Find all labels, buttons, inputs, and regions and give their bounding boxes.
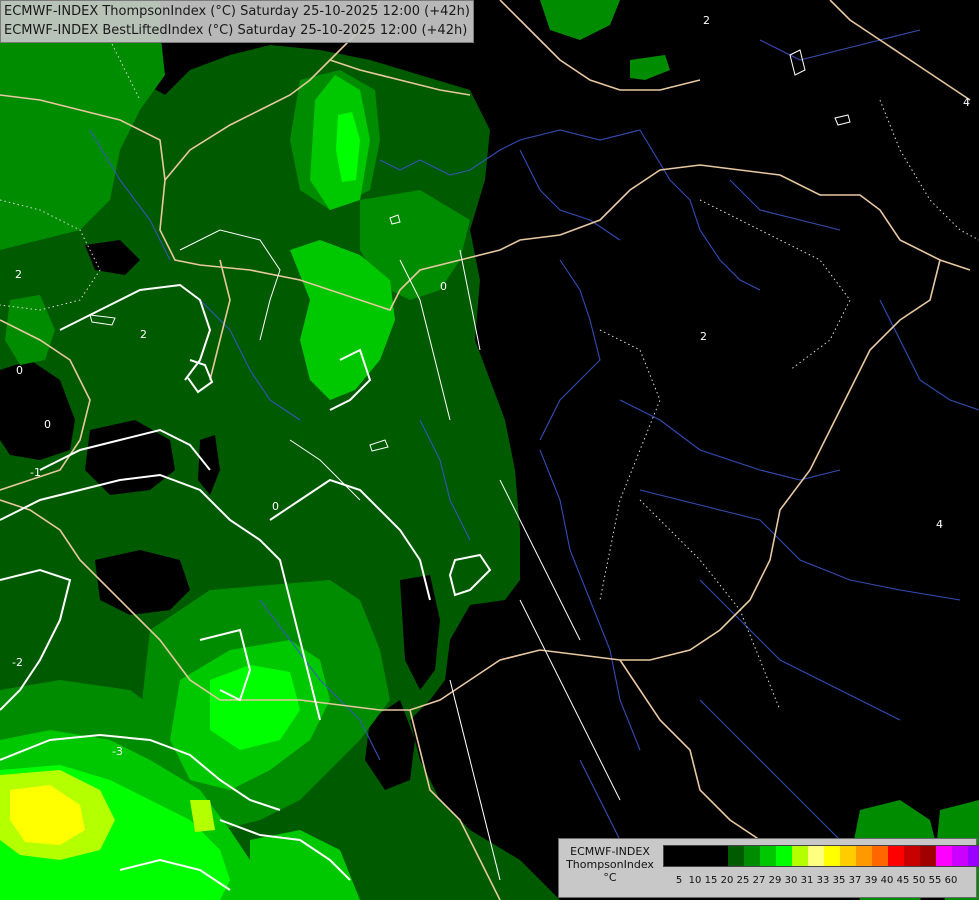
legend-swatch (840, 846, 856, 866)
legend-swatch (888, 846, 904, 866)
legend-tick-label: 29 (768, 875, 782, 886)
legend-tick-label: 5 (675, 875, 683, 886)
legend-swatch (792, 846, 808, 866)
legend-title: ECMWF-INDEX ThompsonIndex °C (561, 845, 659, 884)
legend-swatch (664, 846, 680, 866)
legend-swatch (920, 846, 936, 866)
legend-unit: °C (603, 871, 617, 884)
contour-label: 0 (44, 418, 51, 431)
legend-swatch (728, 846, 744, 866)
legend-tick-label: 40 (880, 875, 894, 886)
legend-swatch (872, 846, 888, 866)
legend-tick-label: 10 (688, 875, 702, 886)
legend-title-line: ThompsonIndex (566, 858, 654, 871)
contour-label: 2 (15, 268, 22, 281)
legend-swatch (808, 846, 824, 866)
contour-label: 4 (936, 518, 943, 531)
contour-label: -1 (30, 466, 41, 479)
contour-label: 2 (700, 330, 707, 343)
legend-swatch (760, 846, 776, 866)
legend-tick-label: 50 (912, 875, 926, 886)
legend-tick-label: 37 (848, 875, 862, 886)
contour-label: -2 (12, 656, 23, 669)
legend-swatch (744, 846, 760, 866)
header-title-thompson: ECMWF-INDEX ThompsonIndex (°C) Saturday … (4, 4, 470, 19)
contour-label: 0 (440, 280, 447, 293)
legend-tick-label: 20 (720, 875, 734, 886)
legend-tick-label: 55 (928, 875, 942, 886)
weather-map: 2 0 2 0 -1 0 0 2 2 4 4 -2 -3 2 (0, 0, 979, 900)
legend-tick-label: 35 (832, 875, 846, 886)
contour-label: 4 (963, 96, 970, 109)
contour-label: 0 (272, 500, 279, 513)
legend-tick-label: 31 (800, 875, 814, 886)
legend-title-line: ECMWF-INDEX (570, 845, 650, 858)
legend-tick-label: 33 (816, 875, 830, 886)
legend-tick-label: 15 (704, 875, 718, 886)
legend-tick-label: 27 (752, 875, 766, 886)
legend-swatch (968, 846, 979, 866)
legend-swatch (856, 846, 872, 866)
legend-tick-label: 25 (736, 875, 750, 886)
color-legend: ECMWF-INDEX ThompsonIndex °C 5 10 15 20 25 27… (558, 838, 979, 898)
legend-tick-label: 60 (944, 875, 958, 886)
contour-label: 2 (140, 328, 147, 341)
legend-swatch (824, 846, 840, 866)
header-title-lifted: ECMWF-INDEX BestLiftedIndex (°C) Saturda… (4, 23, 468, 38)
contour-label: 2 (703, 14, 710, 27)
legend-swatch (904, 846, 920, 866)
legend-tick-label: 30 (784, 875, 798, 886)
legend-swatch (696, 846, 712, 866)
contour-label: 0 (16, 364, 23, 377)
legend-tick-row: 5 10 15 20 25 27 29 30 31 33 35 37 39 40 45 50 55 60 (663, 875, 975, 889)
legend-tick-label: 45 (896, 875, 910, 886)
legend-swatch (712, 846, 728, 866)
legend-swatch (776, 846, 792, 866)
legend-swatch (952, 846, 968, 866)
legend-tick-label: 39 (864, 875, 878, 886)
legend-swatch (936, 846, 952, 866)
map-header: ECMWF-INDEX ThompsonIndex (°C) Saturday … (0, 0, 474, 43)
legend-swatch (680, 846, 696, 866)
legend-color-bar (663, 845, 979, 867)
contour-label: -3 (112, 745, 123, 758)
